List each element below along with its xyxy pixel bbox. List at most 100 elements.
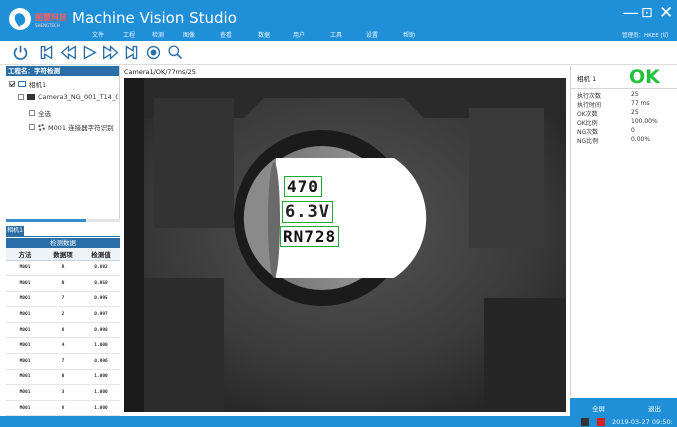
cell-method: M001 <box>6 322 44 339</box>
tool-item-checkbox[interactable] <box>29 124 35 130</box>
project-scrollbar[interactable] <box>6 219 120 222</box>
tree-camera-node[interactable]: 相机1 <box>9 79 46 89</box>
stats-camera-name: 相机 1 <box>577 75 597 83</box>
first-frame-icon[interactable] <box>37 43 56 62</box>
cell-value: 0.995 <box>82 291 120 308</box>
play-icon[interactable] <box>80 43 99 62</box>
tab-divider <box>6 236 120 237</box>
stats-divider <box>571 88 677 89</box>
power-icon[interactable] <box>11 43 30 62</box>
detection-data-panel: 检测数据 方法 数据项 检测值 M001 R 0.882 M001 N 0.958 M0… <box>6 238 120 417</box>
logo-icon <box>9 8 31 30</box>
previous-icon[interactable] <box>59 43 78 62</box>
cell-item: 7 <box>44 353 82 370</box>
menu-tools[interactable]: 工具 <box>330 30 342 39</box>
menu-user[interactable]: 用户 <box>293 30 305 39</box>
fullscreen-button[interactable]: 全屏 <box>592 403 605 413</box>
camera-icon <box>18 81 26 87</box>
stat-value-ng-ratio: 0.00% <box>631 136 651 143</box>
tree-camera-child[interactable]: Camera3_NG_001_T14_003 <box>18 93 118 101</box>
record-icon[interactable] <box>144 43 163 62</box>
menu-detect[interactable]: 检测 <box>152 30 164 39</box>
menu-file[interactable]: 文件 <box>92 30 104 39</box>
select-all-label: 全选 <box>38 110 51 118</box>
cell-method: M001 <box>6 384 44 401</box>
toolbar <box>0 41 677 65</box>
next-icon[interactable] <box>101 43 120 62</box>
tree-tool-item[interactable]: M001 连接器字符识别 <box>29 122 114 132</box>
project-name-header: 工程名：字符检测 <box>6 66 119 76</box>
title-bar: 图慧科技 SHENGTECH Machine Vision Studio 文件 … <box>0 0 677 41</box>
cell-value: 0.882 <box>82 260 120 277</box>
user-info-text: 管理员：HKEE <box>622 33 659 39</box>
cell-method: M001 <box>6 260 44 277</box>
menu-data[interactable]: 数据 <box>258 30 270 39</box>
cell-value: 1.000 <box>82 337 120 355</box>
brand-subtitle: SHENGTECH <box>35 23 60 28</box>
menu-image[interactable]: 图像 <box>183 30 195 39</box>
zoom-icon[interactable] <box>166 43 185 62</box>
column-item: 数据项 <box>44 248 82 261</box>
cell-method: M001 <box>6 369 44 386</box>
stat-value-ok-ratio: 100.00% <box>631 118 658 125</box>
switch-user-link[interactable]: [切 <box>660 33 668 39</box>
viewer-label: Camera1/OK/77ms/25 <box>124 68 196 76</box>
ocr-line-2: 6.3V <box>282 201 333 223</box>
cell-value: 0.998 <box>82 322 120 339</box>
detection-table: 方法 数据项 检测值 M001 R 0.882 M001 N 0.958 M001 7 0.… <box>6 248 120 417</box>
table-row[interactable]: M001 3 1.000 <box>6 384 120 401</box>
cell-value: 1.000 <box>82 400 120 417</box>
minimize-icon[interactable]: — <box>622 5 639 22</box>
app-title: Machine Vision Studio <box>72 9 237 27</box>
table-row[interactable]: M001 0 1.000 <box>6 369 120 386</box>
table-row[interactable]: M001 N 0.958 <box>6 275 120 292</box>
cell-item: R <box>44 260 82 277</box>
table-row[interactable]: M001 7 0.995 <box>6 291 120 308</box>
stat-label-exec-count: 执行次数 <box>577 93 602 100</box>
maximize-icon[interactable]: ⊡ <box>641 5 653 22</box>
cell-value: 1.000 <box>82 384 120 401</box>
menu-help[interactable]: 帮助 <box>403 30 415 39</box>
connection-icon <box>581 418 589 426</box>
cell-value: 0.996 <box>82 353 120 370</box>
camera-node-checkbox[interactable] <box>9 81 15 87</box>
cell-method: M001 <box>6 337 44 355</box>
table-row[interactable]: M001 7 0.996 <box>6 353 120 370</box>
cell-value: 0.958 <box>82 275 120 292</box>
camera-child-checkbox[interactable] <box>18 94 24 100</box>
column-value: 检测值 <box>82 248 120 261</box>
stat-value-exec-count: 25 <box>631 91 639 98</box>
select-all-checkbox[interactable] <box>29 110 35 116</box>
stat-label-ok-ratio: OK比例 <box>577 120 598 127</box>
cell-method: M001 <box>6 275 44 292</box>
cell-item: N <box>44 275 82 292</box>
cell-item: 3 <box>44 384 82 401</box>
project-scrollbar-thumb[interactable] <box>6 219 86 222</box>
user-info: 管理员：HKEE [切 <box>622 31 668 39</box>
alarm-icon <box>597 418 605 426</box>
menu-view[interactable]: 查看 <box>220 30 232 39</box>
ocr-line-1: 470 <box>284 176 322 197</box>
table-row[interactable]: M001 V 1.000 <box>6 400 120 417</box>
stat-value-ng-count: 0 <box>631 127 635 134</box>
brand-name: 图慧科技 <box>35 13 67 22</box>
tree-select-all[interactable]: 全选 <box>29 108 51 118</box>
cell-item: 0 <box>44 369 82 386</box>
exit-button[interactable]: 退出 <box>648 403 661 413</box>
stat-value-ok-count: 25 <box>631 109 639 116</box>
menu-settings[interactable]: 设置 <box>366 30 378 39</box>
result-indicator: OK <box>629 66 660 88</box>
table-row[interactable]: M001 4 1.000 <box>6 337 120 355</box>
last-frame-icon[interactable] <box>122 43 141 62</box>
stats-panel: 相机 1 OK 执行次数 25 执行时间 77 ms OK次数 25 OK比例 … <box>570 66 677 396</box>
tab-camera1[interactable]: 相机1 <box>6 226 24 236</box>
menu-project[interactable]: 工程 <box>123 30 135 39</box>
close-icon[interactable]: ✕ <box>659 5 673 22</box>
table-row[interactable]: M001 8 0.998 <box>6 322 120 339</box>
table-row[interactable]: M001 R 0.882 <box>6 260 120 277</box>
image-source-icon <box>27 94 35 100</box>
cell-method: M001 <box>6 291 44 308</box>
image-viewer[interactable]: 470 6.3V RN728 <box>124 78 566 412</box>
ocr-line-3: RN728 <box>280 226 340 247</box>
table-row[interactable]: M001 2 0.997 <box>6 306 120 323</box>
